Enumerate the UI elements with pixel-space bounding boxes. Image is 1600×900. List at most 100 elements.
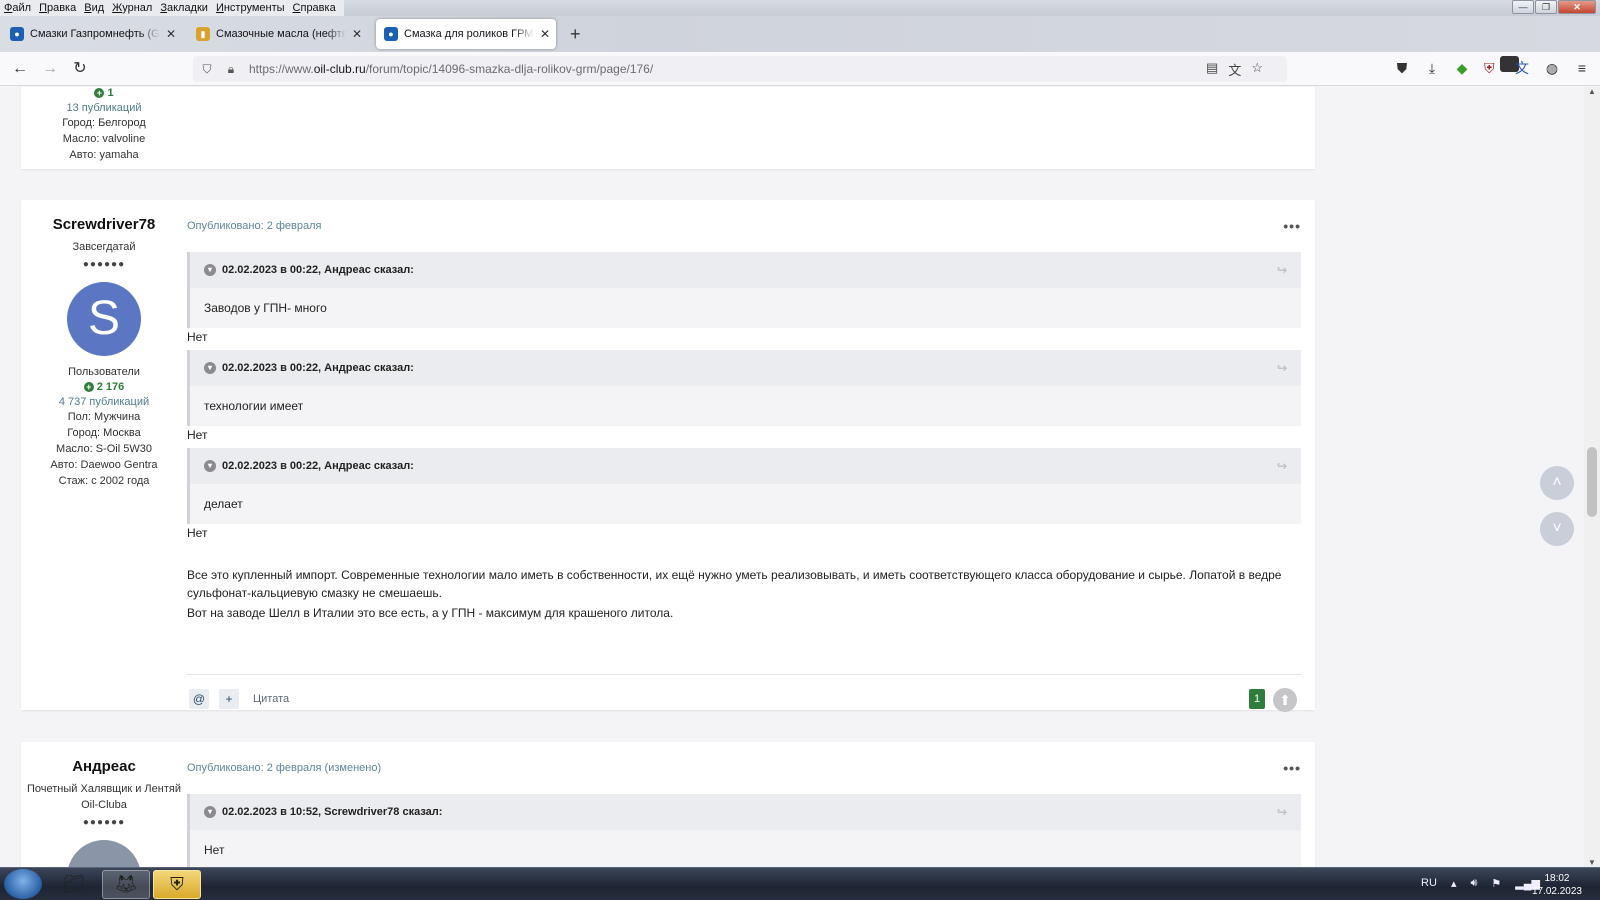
quote-header: ▾ 02.02.2023 в 10:52, Screwdriver78 сказа… — [190, 794, 1301, 830]
post-author-panel: Screwdriver78 Завсегдатай ●●●●●● S Польз… — [21, 200, 187, 488]
post-author-panel: Андреас Почетный Халявщик и Лентяй Oil-C… — [21, 742, 187, 867]
arrow-right-icon[interactable]: → — [40, 59, 60, 79]
chevron-down-icon[interactable]: ▾ — [204, 264, 216, 276]
rank-pips: ●●●●●● — [82, 259, 126, 270]
chevron-down-icon[interactable]: ▾ — [204, 806, 216, 818]
post-actions: @ + Цитата 1 ⬆ — [187, 674, 1301, 722]
post-date[interactable]: Опубликовано: 2 февраля — [187, 220, 322, 232]
plus-icon: + — [94, 88, 105, 98]
quote-body: Нет — [204, 843, 225, 857]
forum-post: Андреас Почетный Халявщик и Лентяй Oil-C… — [21, 742, 1315, 867]
reputation: +2 176 — [21, 381, 187, 393]
quote-button[interactable]: Цитата — [253, 689, 289, 709]
quote-author: 02.02.2023 в 00:22, Андреас сказал: — [222, 362, 414, 374]
tab-gazpromneft[interactable]: ● Смазки Газпромнефть (Gazpromneft) ✕ — [2, 19, 182, 49]
author-name[interactable]: Андреас — [21, 758, 187, 775]
mention-icon[interactable]: @ — [189, 689, 209, 709]
reader-view-icon[interactable]: ▤ — [1206, 60, 1218, 79]
url-bar[interactable]: ⛉ 🔒︎ https://www.oil-club.ru/forum/topic… — [193, 56, 1287, 82]
menu-file[interactable]: Файл — [0, 0, 35, 16]
volume-icon[interactable]: 🔊︎ — [1470, 877, 1477, 890]
minimize-button[interactable]: — — [1512, 0, 1534, 14]
menu-tools[interactable]: Инструменты — [212, 0, 289, 16]
menu-history[interactable]: Журнал — [108, 0, 156, 16]
avatar[interactable] — [67, 840, 141, 867]
firefox-icon[interactable]: 🦊︎ — [102, 870, 150, 899]
close-window-button[interactable]: ✕ — [1558, 0, 1596, 14]
start-button-windows-icon[interactable] — [4, 869, 42, 899]
extension-icon[interactable]: ◆ — [1454, 59, 1470, 77]
url-prefix: https://www. — [249, 62, 314, 76]
url-text[interactable]: https://www.oil-club.ru/forum/topic/1409… — [249, 62, 653, 76]
flag-icon[interactable]: ⚑ — [1491, 877, 1501, 890]
vote-count: 1 — [1249, 689, 1265, 709]
tank-game-icon[interactable]: ⛨ — [153, 870, 201, 899]
publications-link[interactable]: 13 публикаций — [21, 102, 187, 114]
quote-author: 02.02.2023 в 00:22, Андреас сказал: — [222, 460, 414, 472]
publications-link[interactable]: 4 737 публикаций — [21, 396, 187, 408]
language-indicator[interactable]: RU — [1421, 877, 1437, 890]
chevron-down-icon[interactable]: ▾ — [204, 460, 216, 472]
avatar[interactable]: S — [67, 282, 141, 356]
profile-field: Масло: S-Oil 5W30 — [56, 443, 152, 455]
arrow-left-icon[interactable]: ← — [10, 59, 30, 79]
bookmark-star-icon[interactable]: ☆ — [1251, 60, 1263, 79]
menu-bookmarks[interactable]: Закладки — [156, 0, 212, 16]
translate-icon[interactable]: 文 — [1228, 60, 1241, 79]
menu-edit[interactable]: Правка — [35, 0, 80, 16]
more-options-icon[interactable]: ••• — [1283, 760, 1301, 776]
previous-post-author: +1 13 публикаций Город: Белгород Масло: … — [21, 87, 187, 162]
tab-oils[interactable]: ▮ Смазочные масла (нефтяные) ✕ — [188, 19, 368, 49]
translator-extension-icon[interactable]: 文 — [1514, 59, 1530, 77]
ublock-icon[interactable]: ⛨ 12 — [1484, 56, 1520, 77]
share-arrow-icon[interactable]: ↪ — [1277, 361, 1287, 375]
window-controls: — ❐ ✕ — [1512, 0, 1596, 14]
scroll-up-arrow-icon[interactable]: ▲ — [1584, 87, 1600, 96]
windows-taskbar: 📁︎ 🦊︎ ⛨ RU ▴ 🔊︎ ⚑ ▂▄▆ 18:02 17.02.2023 — [0, 867, 1600, 900]
upvote-arrow-icon[interactable]: ⬆ — [1273, 688, 1297, 712]
url-domain: oil-club.ru — [313, 62, 366, 76]
new-tab-plus-icon[interactable]: + — [570, 24, 581, 44]
author-group: Пользователи — [68, 366, 140, 378]
quote-author: 02.02.2023 в 10:52, Screwdriver78 сказал… — [222, 806, 443, 818]
reload-icon[interactable]: ↻ — [70, 59, 90, 79]
tray-expand-icon[interactable]: ▴ — [1451, 877, 1457, 890]
share-arrow-icon[interactable]: ↪ — [1277, 805, 1287, 819]
hamburger-menu-icon[interactable]: ≡ — [1574, 59, 1590, 77]
scroll-down-arrow-icon[interactable]: ▼ — [1584, 858, 1600, 867]
menu-help[interactable]: Справка — [289, 0, 340, 16]
menu-bar: Файл Правка Вид Журнал Закладки Инструме… — [0, 0, 1600, 16]
shield-icon[interactable]: ⛉ — [199, 62, 215, 77]
download-icon[interactable]: ⤓ — [1424, 59, 1440, 77]
pocket-icon[interactable]: ⛊ — [1394, 59, 1410, 77]
close-tab-icon[interactable]: ✕ — [352, 27, 362, 41]
chevron-down-icon[interactable]: ▾ — [204, 362, 216, 374]
post-body: Опубликовано: 2 февраля ••• ▾ 02.02.2023 … — [187, 200, 1301, 712]
scrollbar-thumb[interactable] — [1587, 447, 1597, 517]
close-tab-icon[interactable]: ✕ — [166, 27, 176, 41]
maximize-button[interactable]: ❐ — [1535, 0, 1557, 14]
close-tab-icon[interactable]: ✕ — [540, 27, 550, 41]
forum-post: Screwdriver78 Завсегдатай ●●●●●● S Польз… — [21, 200, 1315, 712]
share-arrow-icon[interactable]: ↪ — [1277, 263, 1287, 277]
share-arrow-icon[interactable]: ↪ — [1277, 459, 1287, 473]
quote-block: ▾ 02.02.2023 в 10:52, Screwdriver78 сказа… — [187, 794, 1301, 867]
profile-field: Город: Москва — [67, 427, 141, 439]
clock[interactable]: 18:02 17.02.2023 — [1532, 872, 1582, 898]
menu-view[interactable]: Вид — [80, 0, 108, 16]
author-name[interactable]: Screwdriver78 — [21, 216, 187, 233]
reputation-value: 2 176 — [96, 381, 125, 393]
scroll-up-chevron-icon[interactable]: ˄ — [1540, 466, 1574, 500]
reputation-value: 1 — [107, 87, 114, 99]
tab-active[interactable]: ● Смазка для роликов ГРМ - Страница 176 … — [376, 19, 556, 49]
more-options-icon[interactable]: ••• — [1283, 218, 1301, 234]
vertical-scrollbar[interactable]: ▲ ▼ — [1584, 87, 1600, 867]
lock-icon[interactable]: 🔒︎ — [223, 62, 239, 77]
post-date[interactable]: Опубликовано: 2 февраля (изменено) — [187, 762, 381, 774]
clock-time: 18:02 — [1544, 873, 1570, 884]
scroll-down-chevron-icon[interactable]: ˅ — [1540, 512, 1574, 546]
multiquote-plus-icon[interactable]: + — [219, 689, 239, 709]
vpn-globe-icon[interactable]: ◍ — [1544, 59, 1560, 77]
file-explorer-folder-icon[interactable]: 📁︎ — [50, 870, 98, 899]
quote-body: делает — [204, 497, 243, 511]
